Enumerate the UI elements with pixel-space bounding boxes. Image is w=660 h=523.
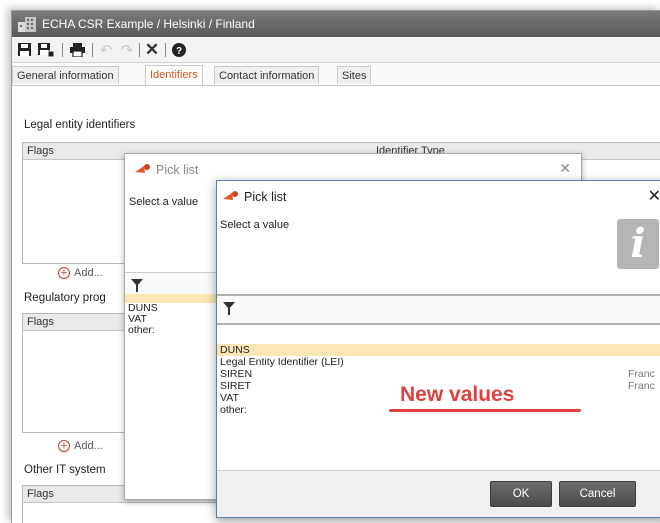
- building-icon: [18, 17, 36, 32]
- list-item-lei[interactable]: Legal Entity Identifier (LEI): [217, 356, 660, 368]
- dialog-title: Pick list: [223, 190, 286, 204]
- list-item-duns[interactable]: DUNS: [217, 344, 660, 356]
- info-icon: i: [617, 219, 659, 269]
- plus-icon: +: [58, 267, 70, 279]
- toolbar-divider: [92, 43, 93, 57]
- window-title: ECHA CSR Example / Helsinki / Finland: [42, 17, 255, 31]
- ok-button[interactable]: OK: [490, 481, 552, 507]
- other-it-systems-heading: Other IT system: [24, 464, 106, 476]
- toolbar: ↶ ↷ ✕ ?: [12, 37, 660, 63]
- undo-icon[interactable]: ↶: [98, 41, 114, 59]
- flags-column-header[interactable]: Flags: [27, 314, 54, 330]
- title-bar: ECHA CSR Example / Helsinki / Finland: [12, 11, 660, 37]
- dialog-title: Pick list: [135, 163, 198, 177]
- pick-list-icon: [135, 164, 150, 173]
- save-icon[interactable]: [17, 41, 31, 58]
- close-icon[interactable]: ✕: [648, 186, 660, 206]
- redo-icon[interactable]: ↷: [119, 41, 135, 59]
- list-item-siren[interactable]: SIREN Franc: [217, 368, 660, 380]
- toolbar-divider: [62, 43, 63, 57]
- add-label: Add...: [74, 267, 103, 279]
- close-icon[interactable]: ✕: [559, 160, 571, 177]
- flags-column-header[interactable]: Flags: [27, 486, 54, 502]
- add-legal-identifier-button[interactable]: + Add...: [58, 267, 103, 279]
- flags-column-header[interactable]: Flags: [27, 143, 54, 159]
- dialog-prompt: Select a value: [220, 219, 290, 231]
- filter-icon[interactable]: [223, 302, 235, 315]
- svg-text:?: ?: [176, 46, 182, 57]
- tab-general-information[interactable]: General information: [12, 66, 119, 84]
- dialog-footer: OK Cancel: [217, 470, 660, 517]
- cancel-button[interactable]: Cancel: [559, 481, 636, 507]
- regulatory-programme-heading: Regulatory prog: [24, 292, 106, 304]
- filter-icon[interactable]: [131, 279, 143, 292]
- legal-entity-identifiers-heading: Legal entity identifiers: [24, 119, 136, 131]
- plus-icon: +: [58, 440, 70, 452]
- print-icon[interactable]: [69, 41, 85, 58]
- add-regulatory-button[interactable]: + Add...: [58, 440, 103, 452]
- delete-icon[interactable]: ✕: [144, 40, 160, 59]
- help-icon[interactable]: ?: [171, 41, 187, 58]
- save-as-icon[interactable]: [37, 41, 55, 58]
- tab-identifiers[interactable]: Identifiers: [145, 65, 203, 85]
- country-cell: Franc: [628, 380, 655, 392]
- tab-contact-information[interactable]: Contact information: [214, 66, 320, 84]
- dialog-prompt: Select a value: [129, 196, 199, 208]
- toolbar-divider: [165, 43, 166, 57]
- tab-sites[interactable]: Sites: [337, 66, 372, 84]
- annotation-underline: [389, 409, 581, 412]
- filter-bar[interactable]: [217, 294, 660, 325]
- pick-list-icon: [223, 191, 238, 200]
- new-values-annotation: New values: [400, 383, 515, 406]
- toolbar-divider: [139, 43, 140, 57]
- pick-list-dialog: Pick list ✕ Select a value i DUNS Legal …: [216, 180, 660, 518]
- add-label: Add...: [74, 440, 103, 452]
- tab-bar: General information Identifiers Contact …: [12, 63, 660, 86]
- country-cell: Franc: [628, 368, 655, 380]
